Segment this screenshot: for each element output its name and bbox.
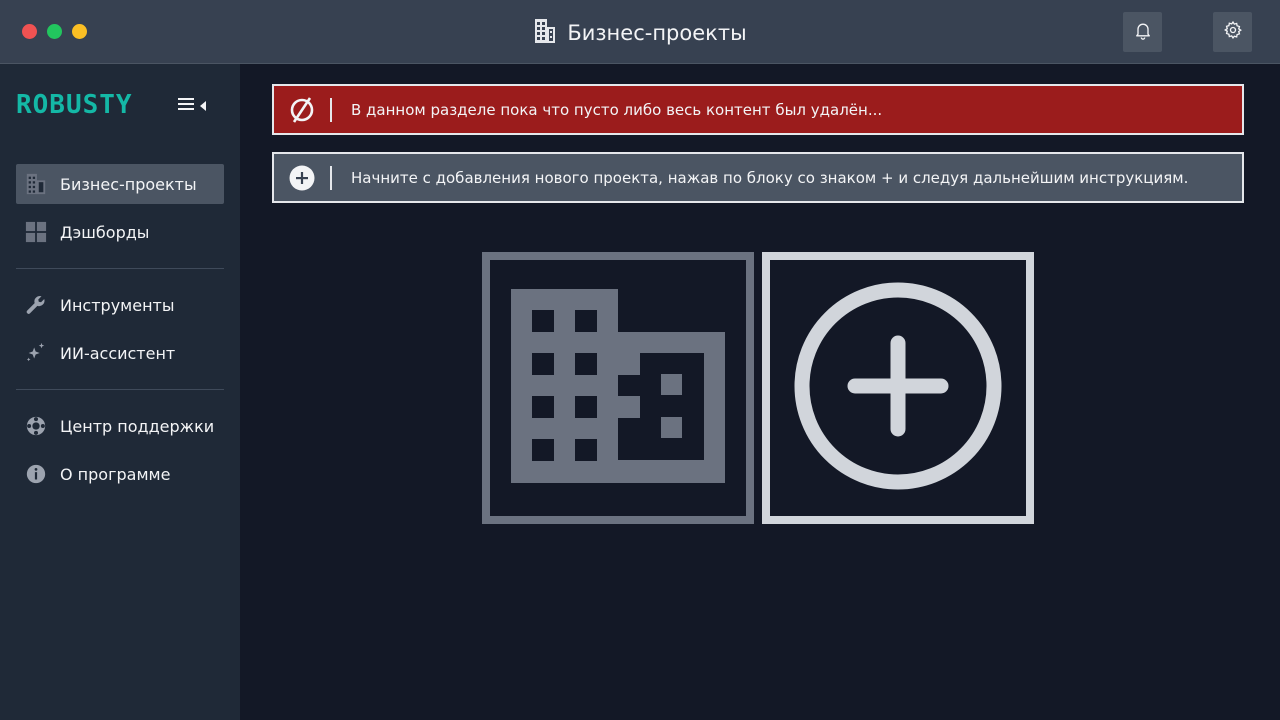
building-icon — [511, 289, 725, 487]
dashboard-grid-icon — [16, 221, 56, 243]
sidebar-item-dashboards[interactable]: Дэшборды — [16, 212, 224, 252]
sidebar-divider — [16, 389, 224, 390]
alert-text: В данном разделе пока что пусто либо вес… — [351, 100, 883, 119]
sidebar-item-tools[interactable]: Инструменты — [16, 285, 224, 325]
bell-icon — [1133, 20, 1153, 44]
lifebuoy-icon — [16, 415, 56, 437]
sidebar-divider — [16, 268, 224, 269]
wrench-icon — [16, 294, 56, 316]
sparkles-icon — [16, 342, 56, 364]
add-project-hint-alert: Начните с добавления нового проекта, наж… — [272, 152, 1244, 203]
window-title: Бизнес-проекты — [567, 21, 747, 45]
collapse-sidebar-button[interactable] — [178, 94, 214, 116]
sidebar-item-about[interactable]: О программе — [16, 454, 224, 494]
settings-button[interactable] — [1213, 12, 1252, 52]
sidebar-item-ai-assistant[interactable]: ИИ-ассистент — [16, 333, 224, 373]
sidebar-item-label: ИИ-ассистент — [60, 343, 176, 363]
title-bar: Бизнес-проекты — [0, 0, 1280, 64]
sidebar-item-business-projects[interactable]: Бизнес-проекты — [16, 164, 224, 204]
building-icon — [533, 18, 557, 48]
sidebar-item-label: Дэшборды — [60, 222, 150, 242]
empty-section-alert: В данном разделе пока что пусто либо вес… — [272, 84, 1244, 135]
plus-circle-icon — [793, 281, 1003, 495]
window-title-group: Бизнес-проекты — [0, 18, 1280, 48]
add-project-tile[interactable] — [762, 252, 1034, 524]
menu-icon — [178, 96, 194, 115]
empty-set-icon — [274, 86, 330, 133]
sidebar-item-label: Центр поддержки — [60, 416, 215, 436]
alert-text: Начните с добавления нового проекта, наж… — [351, 168, 1189, 187]
gear-icon — [1223, 20, 1243, 44]
sidebar: ROBUSTY Бизнес-проекты Дэшборды Инструме… — [0, 64, 240, 720]
brand-logo[interactable]: ROBUSTY — [16, 90, 133, 120]
chevron-left-icon — [200, 96, 206, 115]
sidebar-item-label: Бизнес-проекты — [60, 174, 197, 194]
info-icon — [16, 463, 56, 485]
business-project-placeholder-tile — [482, 252, 754, 524]
plus-circle-icon — [274, 154, 330, 201]
sidebar-item-label: О программе — [60, 464, 171, 484]
sidebar-item-support-center[interactable]: Центр поддержки — [16, 406, 224, 446]
sidebar-item-label: Инструменты — [60, 295, 175, 315]
building-icon — [16, 173, 56, 195]
notifications-button[interactable] — [1123, 12, 1162, 52]
